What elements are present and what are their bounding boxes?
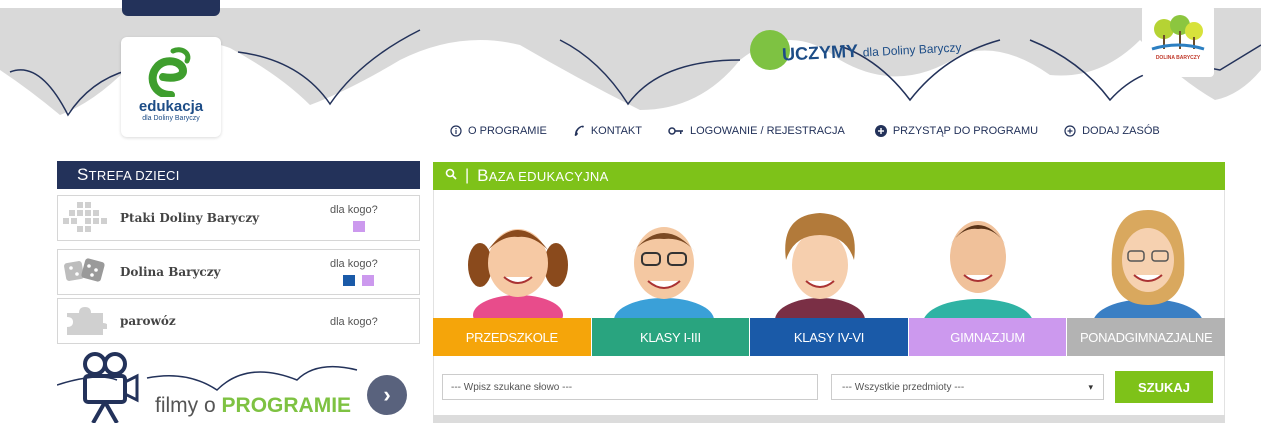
nav-dodaj-zasob[interactable]: DODAJ ZASÓB bbox=[1064, 125, 1160, 137]
grid-puzzle-icon bbox=[62, 200, 108, 236]
nav-label: KONTAKT bbox=[590, 125, 642, 137]
strefa-title: STREFA DZIECI bbox=[77, 165, 180, 184]
nav-label: PRZYSTĄP DO PROGRAMU bbox=[892, 125, 1039, 137]
search-icon bbox=[445, 167, 457, 185]
tile-klasy-1-3[interactable]: KLASY I-III bbox=[590, 318, 750, 356]
nav-label: LOGOWANIE / REJESTRACJA bbox=[689, 125, 845, 137]
baza-title: BAZA EDUKACYJNA bbox=[477, 166, 609, 185]
filmy-prefix: filmy o bbox=[155, 394, 216, 417]
chevron-right-icon[interactable]: › bbox=[367, 375, 407, 415]
search-input[interactable]: --- Wpisz szukane słowo --- bbox=[442, 374, 818, 400]
nav-o-programie[interactable]: O PROGRAMIE bbox=[450, 125, 547, 137]
kid-portrait-przedszkole bbox=[468, 229, 568, 318]
chevron-down-icon: ▾ bbox=[1088, 381, 1093, 392]
for-whom-label: dla kogo? bbox=[330, 316, 378, 328]
strefa-dzieci-header: STREFA DZIECI bbox=[57, 161, 420, 189]
game-name: Ptaki Doliny Baryczy bbox=[120, 211, 260, 225]
video-camera-icon bbox=[83, 352, 139, 423]
header-separator: | bbox=[465, 167, 470, 184]
trees-icon bbox=[1151, 15, 1205, 51]
search-placeholder: --- Wpisz szukane słowo --- bbox=[451, 381, 573, 393]
game-name: Dolina Baryczy bbox=[120, 265, 221, 279]
kid-portrait-ponadgimnazjalne bbox=[1094, 210, 1202, 318]
nav-label: DODAJ ZASÓB bbox=[1082, 125, 1160, 137]
audience-square-gimnazjum bbox=[362, 275, 374, 286]
nav-przystap[interactable]: PRZYSTĄP DO PROGRAMU bbox=[874, 125, 1039, 137]
tile-gimnazjum[interactable]: GIMNAZJUM bbox=[907, 318, 1067, 356]
for-whom-label: dla kogo? bbox=[330, 204, 378, 216]
dice-icon bbox=[62, 254, 108, 290]
search-button[interactable]: SZUKAJ bbox=[1115, 371, 1213, 403]
baza-edukacyjna-header: | BAZA EDUKACYJNA bbox=[433, 162, 1225, 190]
tagline-rest: dla Doliny Baryczy bbox=[862, 39, 962, 59]
filmy-o-programie-banner[interactable]: filmy o PROGRAMIE › bbox=[57, 350, 420, 423]
tagline: UCZYMY dla Doliny Baryczy bbox=[750, 30, 962, 70]
game-name: parowóz bbox=[120, 314, 176, 328]
panel-bottom-strip bbox=[433, 415, 1225, 423]
nav-label: O PROGRAMIE bbox=[468, 125, 547, 137]
tagline-main: UCZYMY bbox=[781, 40, 859, 65]
nav-kontakt[interactable]: KONTAKT bbox=[573, 125, 642, 137]
for-whom-label: dla kogo? bbox=[330, 258, 378, 270]
plus-circle-icon bbox=[1064, 125, 1076, 137]
plus-circle-filled-icon bbox=[874, 125, 887, 137]
info-icon bbox=[450, 125, 462, 137]
dolina-baryczy-logo[interactable]: DOLINA BARYCZY bbox=[1142, 5, 1214, 77]
puzzle-piece-icon bbox=[62, 303, 108, 339]
edukacja-logo[interactable]: edukacja dla Doliny Baryczy bbox=[121, 37, 221, 137]
dolina-logo-caption: DOLINA BARYCZY bbox=[1155, 55, 1201, 61]
game-row-parowoz[interactable]: parowóz dla kogo? bbox=[57, 298, 420, 344]
key-icon bbox=[668, 125, 684, 137]
tile-klasy-4-6[interactable]: KLASY IV-VI bbox=[749, 318, 908, 356]
kid-portrait-klasy-1-3 bbox=[614, 227, 714, 318]
filmy-bold: PROGRAMIE bbox=[221, 394, 352, 417]
logo-wordmark: edukacja bbox=[138, 98, 204, 115]
kid-portrait-klasy-4-6 bbox=[775, 213, 865, 318]
kid-portrait-gimnazjum bbox=[924, 221, 1032, 318]
audience-square-klasy-iv-vi bbox=[343, 275, 355, 286]
phone-icon bbox=[573, 125, 585, 137]
tile-ponadgimnazjalne[interactable]: PONADGIMNAZJALNE bbox=[1066, 318, 1225, 356]
audience-square-gimnazjum bbox=[353, 221, 365, 232]
level-tiles: PRZEDSZKOLE KLASY I-III KLASY IV-VI GIMN… bbox=[433, 318, 1225, 356]
game-row-ptaki[interactable]: Ptaki Doliny Baryczy dla kogo? bbox=[57, 195, 420, 241]
top-navigation: O PROGRAMIE KONTAKT LOGOWANIE / REJESTRA… bbox=[450, 123, 1160, 139]
edukacja-e-icon bbox=[148, 47, 191, 97]
filmy-label: filmy o PROGRAMIE bbox=[155, 394, 351, 418]
subject-selected-value: --- Wszystkie przedmioty --- bbox=[842, 381, 965, 393]
nav-logowanie[interactable]: LOGOWANIE / REJESTRACJA bbox=[668, 125, 845, 137]
tile-przedszkole[interactable]: PRZEDSZKOLE bbox=[433, 318, 591, 356]
subject-select[interactable]: --- Wszystkie przedmioty --- ▾ bbox=[831, 374, 1104, 400]
logo-subtitle: dla Doliny Baryczy bbox=[142, 115, 200, 122]
game-row-dolina[interactable]: Dolina Baryczy dla kogo? bbox=[57, 249, 420, 295]
top-navy-tab bbox=[122, 0, 220, 16]
